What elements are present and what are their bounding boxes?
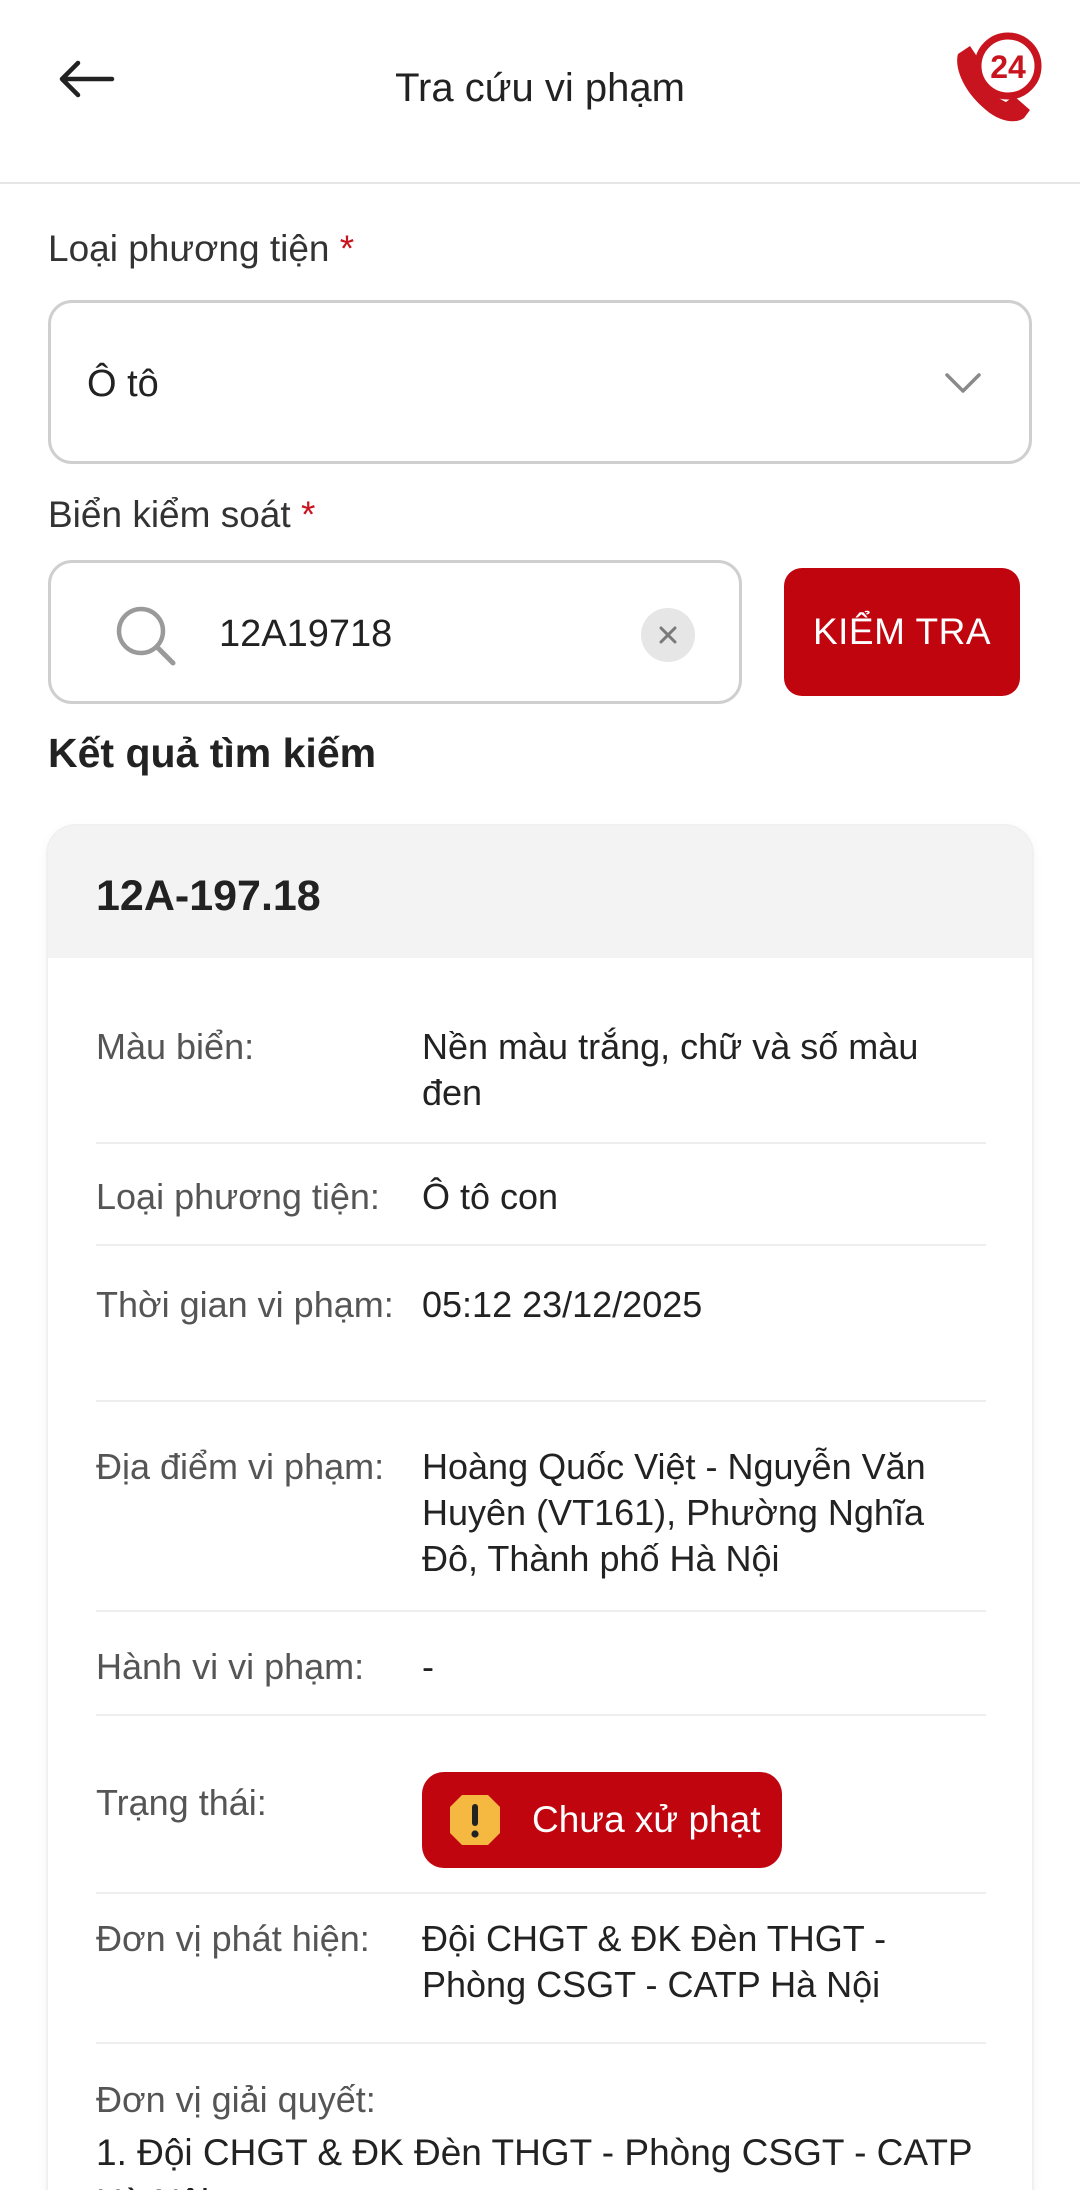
plate-label-text: Biển kiểm soát xyxy=(48,494,291,535)
search-icon xyxy=(116,606,176,666)
detail-value: Đội CHGT & ĐK Đèn THGT - Phòng CSGT - CA… xyxy=(422,1918,887,2005)
page-title: Tra cứu vi phạm xyxy=(395,66,685,110)
required-mark: * xyxy=(300,494,316,535)
detail-value: 05:12 23/12/2025 xyxy=(422,1284,703,1325)
detail-row-violation-behavior: Hành vi vi phạm: - xyxy=(96,1644,986,1716)
required-mark: * xyxy=(339,228,355,269)
results-title: Kết quả tìm kiếm xyxy=(48,730,377,776)
detail-row-plate-color: Màu biển: Nền màu trắng, chữ và số màu đ… xyxy=(96,1024,986,1144)
resolving-unit-value: 1. Đội CHGT & ĐK Đèn THGT - Phòng CSGT -… xyxy=(96,2132,972,2190)
app-screen: Tra cứu vi phạm 24 Loại phương tiện * Ô … xyxy=(0,0,1080,2190)
vehicle-type-label-text: Loại phương tiện xyxy=(48,228,330,269)
detail-label: Trạng thái: xyxy=(96,1782,267,1823)
plate-input[interactable] xyxy=(219,599,659,669)
detail-value: Nền màu trắng, chữ và số màu đen xyxy=(422,1026,919,1113)
vehicle-type-value: Ô tô xyxy=(87,363,159,405)
hotline-button[interactable]: 24 xyxy=(944,24,1048,128)
detail-label: Thời gian vi phạm: xyxy=(96,1284,394,1325)
vehicle-type-label: Loại phương tiện * xyxy=(48,228,354,270)
result-card: 12A-197.18 Màu biển: Nền màu trắng, chữ … xyxy=(48,826,1032,2190)
resolving-unit-block: Đơn vị giải quyết: 1. Đội CHGT & ĐK Đèn … xyxy=(96,2076,996,2190)
resolving-unit-label: Đơn vị giải quyết: xyxy=(96,2079,376,2120)
detail-label: Loại phương tiện: xyxy=(96,1176,380,1217)
status-text: Chưa xử phạt xyxy=(532,1799,761,1840)
top-app-bar: Tra cứu vi phạm 24 xyxy=(0,0,1080,184)
detail-label: Hành vi vi phạm: xyxy=(96,1646,365,1687)
detail-value: Hoàng Quốc Việt - Nguyễn Văn Huyên (VT16… xyxy=(422,1446,926,1579)
detail-value: - xyxy=(422,1646,434,1687)
detail-label: Đơn vị phát hiện: xyxy=(96,1918,370,1959)
detail-label: Màu biển: xyxy=(96,1026,255,1067)
result-plate-number: 12A-197.18 xyxy=(96,872,321,920)
detail-row-status: Trạng thái: Chưa xử phạt xyxy=(96,1772,986,1894)
chevron-down-icon xyxy=(945,373,981,393)
status-badge[interactable]: Chưa xử phạt xyxy=(422,1772,782,1868)
detail-label: Địa điểm vi phạm: xyxy=(96,1446,385,1487)
detail-row-vehicle-type: Loại phương tiện: Ô tô con xyxy=(96,1174,986,1246)
detail-row-violation-time: Thời gian vi phạm: 05:12 23/12/2025 xyxy=(96,1282,986,1402)
vehicle-type-select[interactable]: Ô tô xyxy=(48,300,1032,464)
close-icon xyxy=(659,626,677,644)
detail-row-detecting-unit: Đơn vị phát hiện: Đội CHGT & ĐK Đèn THGT… xyxy=(96,1916,986,2044)
detail-value: Ô tô con xyxy=(422,1176,559,1217)
warning-icon xyxy=(450,1795,500,1845)
clear-input-button[interactable] xyxy=(641,608,695,662)
hotline-badge-text: 24 xyxy=(990,49,1026,85)
phone-24-icon: 24 xyxy=(957,32,1042,122)
plate-label: Biển kiểm soát * xyxy=(48,494,315,536)
check-button[interactable]: KIỂM TRA xyxy=(784,568,1020,696)
result-card-header: 12A-197.18 xyxy=(48,826,1032,958)
plate-search-box xyxy=(48,560,742,704)
detail-row-violation-location: Địa điểm vi phạm: Hoàng Quốc Việt - Nguy… xyxy=(96,1444,986,1612)
